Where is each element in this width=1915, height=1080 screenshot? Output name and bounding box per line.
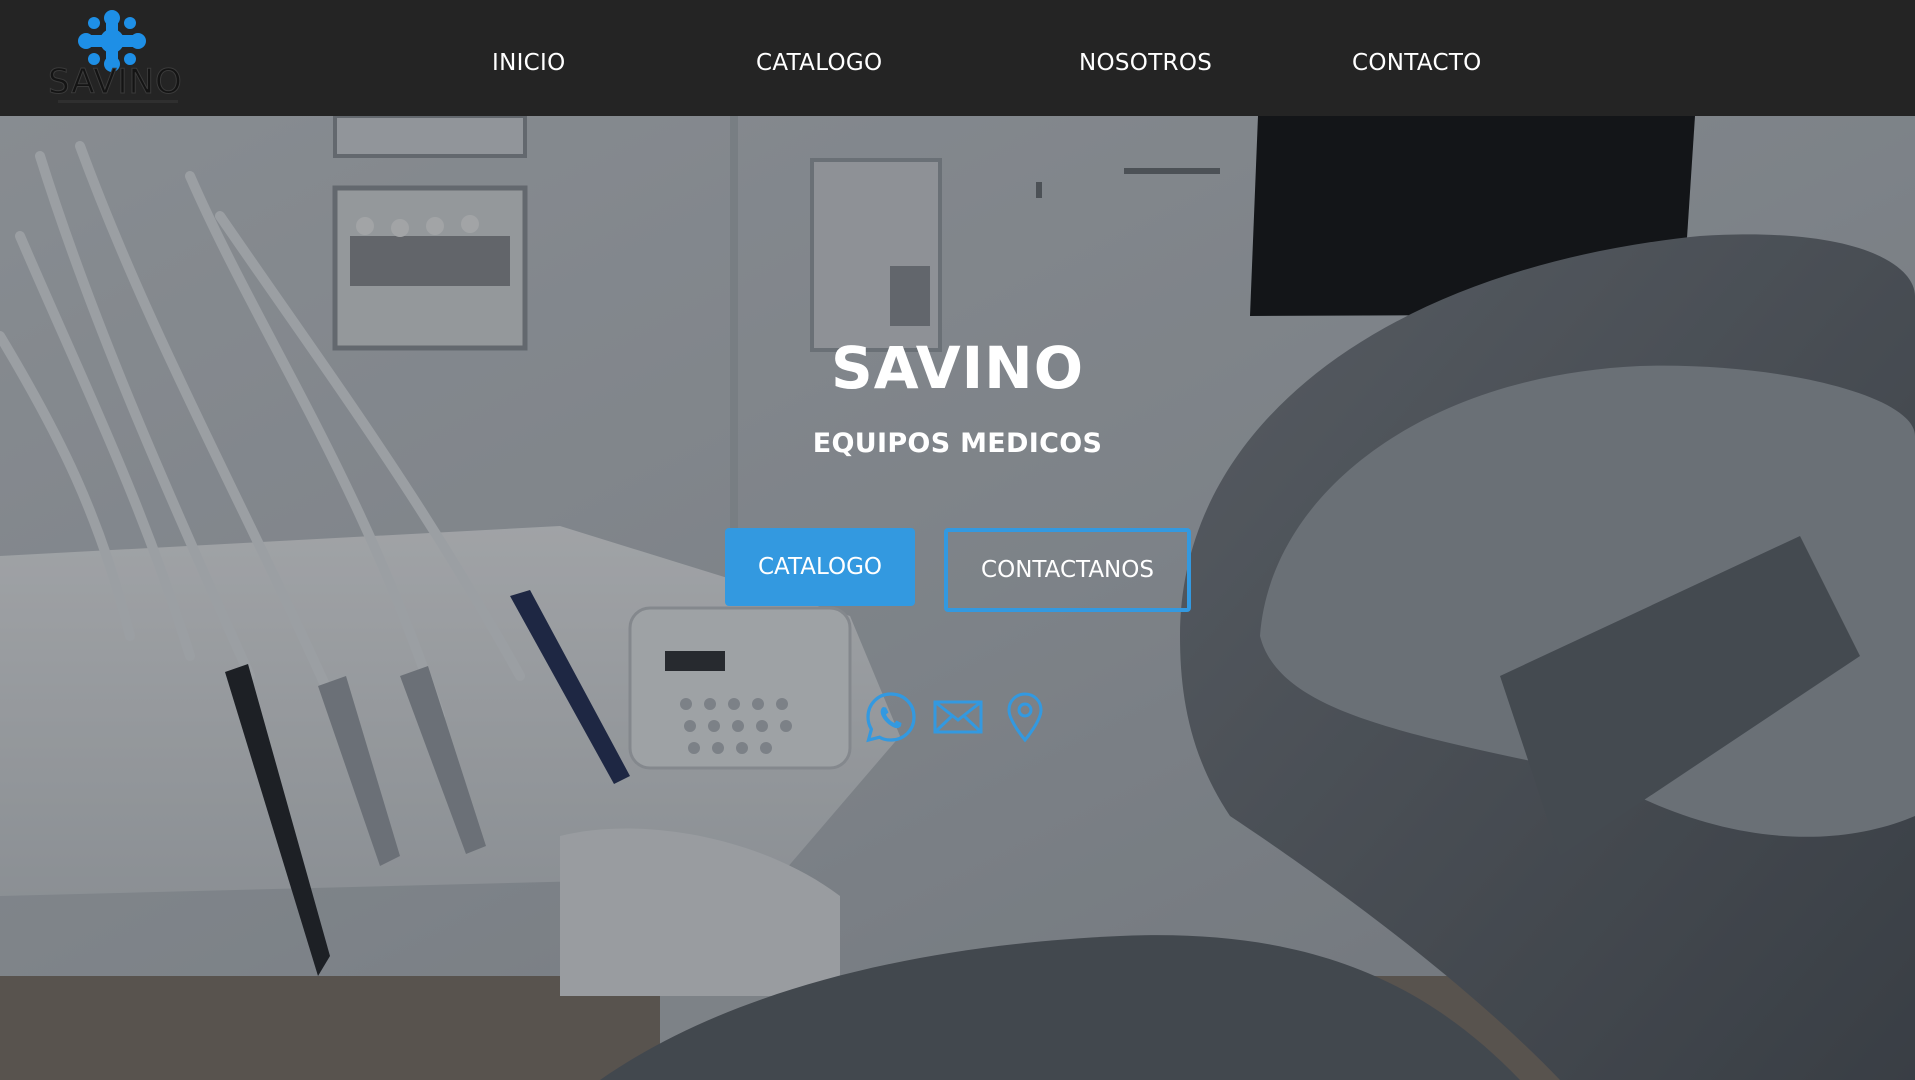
navbar: SAVINO INICIO CATALOGO NOSOTROS CONTACTO xyxy=(0,0,1915,116)
nav-link-inicio[interactable]: INICIO xyxy=(492,50,566,76)
logo[interactable]: SAVINO xyxy=(44,8,184,108)
page: SAVINO INICIO CATALOGO NOSOTROS CONTACTO xyxy=(0,0,1915,1080)
contactanos-button[interactable]: CONTACTANOS xyxy=(944,528,1191,612)
mail-icon[interactable] xyxy=(931,690,985,744)
location-pin-icon[interactable] xyxy=(998,690,1052,744)
logo-tagline-line xyxy=(58,100,178,103)
catalogo-button[interactable]: CATALOGO xyxy=(725,528,915,606)
hero-section: SAVINO EQUIPOS MEDICOS CATALOGO CONTACTA… xyxy=(0,116,1915,1080)
hero-title: SAVINO xyxy=(830,334,1085,402)
hero-subtitle: EQUIPOS MEDICOS xyxy=(812,428,1103,459)
nav-link-catalogo[interactable]: CATALOGO xyxy=(756,50,882,76)
nav-link-contacto[interactable]: CONTACTO xyxy=(1352,50,1482,76)
nav-link-nosotros[interactable]: NOSOTROS xyxy=(1079,50,1212,76)
logo-text: SAVINO xyxy=(48,62,183,103)
whatsapp-icon[interactable] xyxy=(864,690,918,744)
